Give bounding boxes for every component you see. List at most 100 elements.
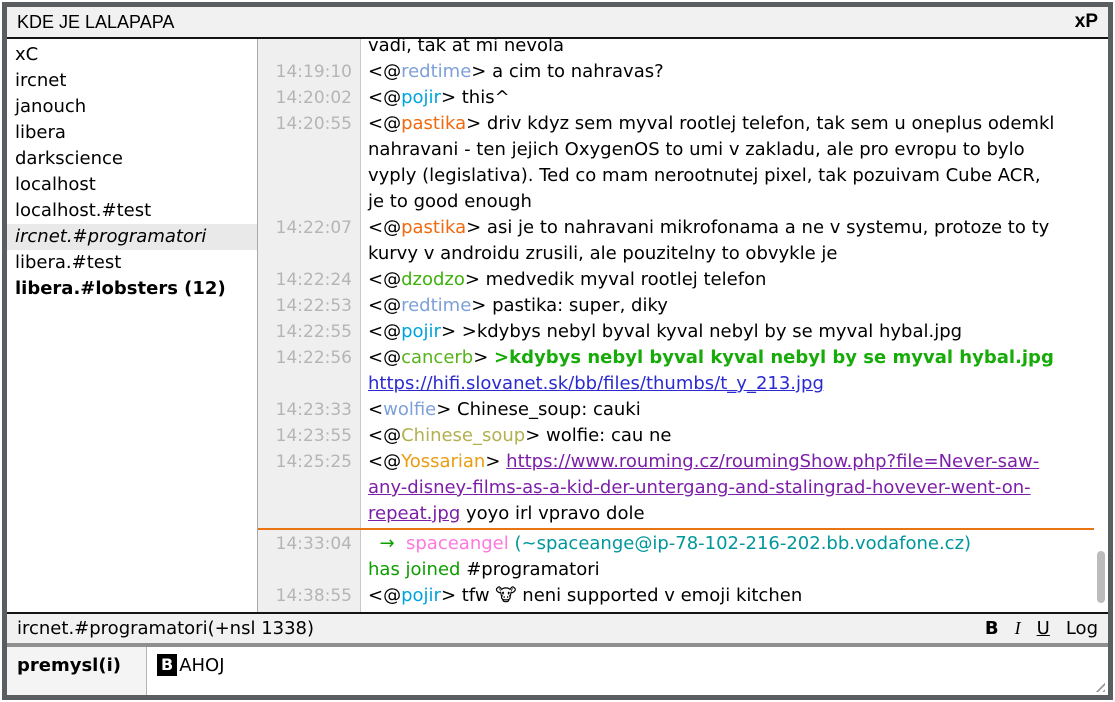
text-segment: > [473,347,494,368]
bold-button[interactable]: B [985,618,999,639]
text-segment: > driv kdyz sem myval rootlej telefon, t… [368,113,1060,212]
timestamp: 14:22:53 [258,293,360,319]
message-row: 14:22:55<@pojir> >kdybys nebyl byval kyv… [258,319,1108,345]
sidebar-item[interactable]: localhost [7,172,257,198]
message-row: 14:20:02<@pojir> this^ [258,85,1108,111]
chat-area: vadi, tak at mi nevola14:19:10<@redtime>… [258,39,1108,612]
timestamp: 14:38:55 [258,583,360,609]
text-segment: > medvedik myval rootlej telefon [465,269,767,290]
message-row: 14:22:56<@cancerb> >kdybys nebyl byval k… [258,345,1108,397]
message-row: 14:23:55 <@Chinese_soup> wolfie: cau ne [258,423,1108,449]
nick: pastika [401,113,466,134]
message-row: 14:22:53 <@redtime> pastika: super, diky [258,293,1108,319]
nick: pojir [401,321,441,342]
text-segment: < [368,399,383,420]
message-text: <@redtime> a cim to nahravas? [360,59,1058,85]
message-row: 14:25:25<@Yossarian> https://www.rouming… [258,449,1108,527]
message-text: <@Yossarian> https://www.rouming.cz/roum… [360,449,1058,527]
message-text: <@pojir> tfw 🐮 neni supported v emoji ki… [360,583,1058,609]
text-segment: > asi je to nahravani mikrofonama a ne v… [368,217,1055,264]
timestamp: 14:20:02 [258,85,360,111]
text-segment: <@ [368,269,401,290]
text-segment: >kdybys nebyl byval kyval nebyl by se my… [494,347,1054,368]
timestamp: 14:22:56 [258,345,360,371]
message-row: 14:19:10<@redtime> a cim to nahravas? [258,59,1108,85]
nick: cancerb [401,347,473,368]
sidebar-item[interactable]: libera.#test [7,250,257,276]
nick: pojir [401,585,441,606]
text-segment: <@ [368,295,401,316]
text-segment: → [379,533,394,554]
sidebar-item[interactable]: libera [7,120,257,146]
text-segment: <@ [368,585,401,606]
window-menu-button[interactable]: P [1085,11,1098,32]
main-area: xCircnetjanouchliberadarksciencelocalhos… [7,39,1108,612]
nick: redtime [401,295,471,316]
message-row: 14:22:24<@dzodzo> medvedik myval rootlej… [258,267,1108,293]
sidebar-item[interactable]: janouch [7,94,257,120]
text-segment: <@ [368,87,401,108]
text-segment [395,533,406,554]
nick: spaceangel [406,533,509,554]
message-text: <@pojir> this^ [360,85,1058,111]
text-segment: > [485,451,506,472]
nick: dzodzo [401,269,465,290]
resize-handle-icon[interactable] [1092,679,1105,692]
text-segment: > this^ [441,87,510,108]
nick: pojir [401,87,441,108]
text-segment [1054,347,1060,368]
title-bar: KDE JE LALAPAPA xP [7,7,1108,39]
window-controls: xP [1075,11,1098,33]
text-segment: > a cim to nahravas? [471,61,663,82]
scrollbar-thumb[interactable] [1097,551,1105,603]
message-text: → spaceangel (~spaceange@ip-78-102-216-2… [360,531,1058,583]
message-text: <@pastika> driv kdyz sem myval rootlej t… [360,111,1058,215]
text-segment: > tfw 🐮 neni supported v emoji kitchen [441,585,802,606]
nick: wolfie [383,399,436,420]
log-button[interactable]: Log [1066,618,1098,639]
timestamp: 14:22:07 [258,215,360,241]
sidebar-item[interactable]: xC [7,42,257,68]
message-text: <@pastika> asi je to nahravani mikrofona… [360,215,1058,267]
sidebar-item[interactable]: ircnet.#programatori [7,224,257,250]
text-segment: <@ [368,217,401,238]
sidebar-item[interactable]: localhost.#test [7,198,257,224]
close-button[interactable]: x [1075,11,1086,32]
timestamp: 14:23:55 [258,423,360,449]
channel-status-text: ircnet.#programatori(+nsl 1338) [17,618,314,639]
text-segment: <@ [368,61,401,82]
message-row: 14:38:55<@pojir> tfw 🐮 neni supported v … [258,583,1108,609]
text-segment [368,533,379,554]
text-segment: <@ [368,321,401,342]
status-bar: ircnet.#programatori(+nsl 1338) B I U Lo… [7,612,1108,643]
unread-separator [258,528,1094,530]
nick: redtime [401,61,471,82]
text-segment: > wolfie: cau ne [525,425,671,446]
sidebar-item[interactable]: darkscience [7,146,257,172]
channel-sidebar: xCircnetjanouchliberadarksciencelocalhos… [7,39,258,612]
bold-control-char: B [157,654,177,676]
nick: Yossarian [401,451,485,472]
timestamp: 14:20:55 [258,111,360,137]
italic-button[interactable]: I [1015,618,1021,639]
link[interactable]: https://hifi.slovanet.sk/bb/files/thumbs… [368,373,824,394]
underline-button[interactable]: U [1037,618,1050,639]
sidebar-item[interactable]: ircnet [7,68,257,94]
text-segment: vadi, tak at mi nevola [368,39,564,56]
nick: Chinese_soup [401,425,525,446]
window-title: KDE JE LALAPAPA [17,12,174,33]
nick: pastika [401,217,466,238]
message-input[interactable]: BAHOJ [147,647,1108,695]
text-segment: <@ [368,425,401,446]
text-segment: > pastika: super, diky [471,295,668,316]
text-segment: > Chinese_soup: cauki [436,399,641,420]
timestamp: 14:19:10 [258,59,360,85]
text-segment: <@ [368,113,401,134]
text-segment: <@ [368,451,401,472]
sidebar-item[interactable]: libera.#lobsters (12) [7,276,257,302]
message-row: 14:23:33<wolfie> Chinese_soup: cauki [258,397,1108,423]
text-segment: has joined [368,559,460,580]
format-buttons: B I U Log [985,618,1098,639]
text-segment: (~spaceange@ip-78-102-216-202.bb.vodafon… [514,533,971,554]
text-segment: > >kdybys nebyl byval kyval nebyl by se … [441,321,962,342]
